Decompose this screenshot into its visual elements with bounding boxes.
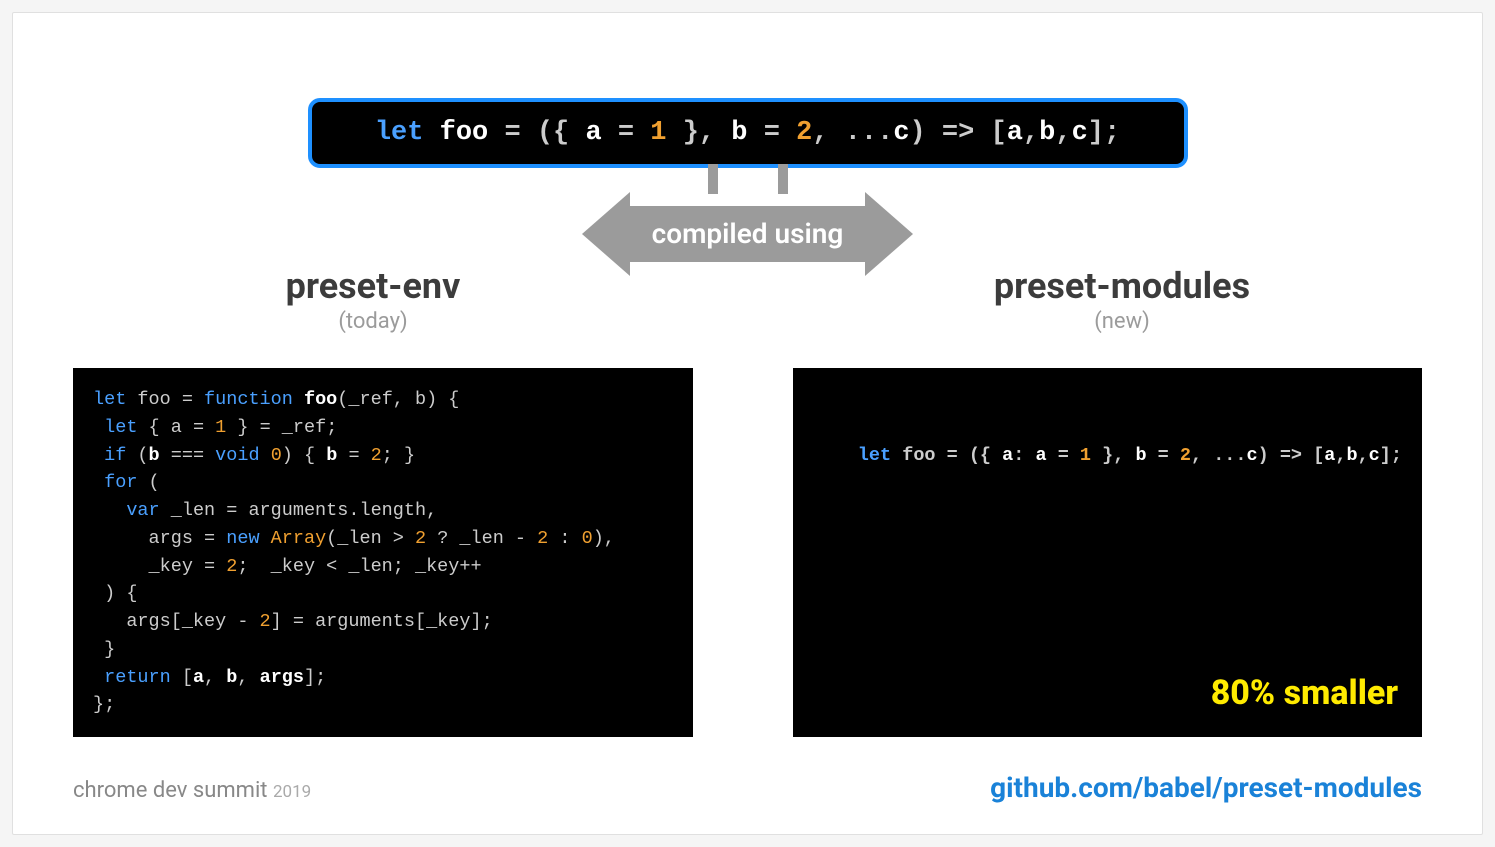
preset-env-label: preset-env (today) — [73, 265, 673, 334]
preset-modules-subtitle: (new) — [822, 309, 1422, 334]
arrow-label: compiled using — [630, 206, 866, 262]
preset-env-title: preset-env — [73, 265, 673, 307]
preset-env-subtitle: (today) — [73, 309, 673, 334]
size-reduction-badge: 80% smaller — [1211, 668, 1398, 719]
output-panels: let foo = function foo(_ref, b) { let { … — [73, 368, 1422, 737]
slide: let foo = ({ a = 1 }, b = 2, ...c) => [a… — [12, 12, 1483, 835]
arrow-left-icon — [582, 192, 630, 276]
source-code-block: let foo = ({ a = 1 }, b = 2, ...c) => [a… — [308, 98, 1188, 168]
preset-env-output: let foo = function foo(_ref, b) { let { … — [73, 368, 693, 737]
preset-modules-title: preset-modules — [822, 265, 1422, 307]
event-year: 2019 — [273, 782, 311, 802]
preset-modules-output: let foo = ({ a: a = 1 }, b = 2, ...c) =>… — [793, 368, 1422, 737]
arrow-right-icon — [865, 192, 913, 276]
connector-stems — [73, 164, 1422, 194]
event-text: chrome dev summit — [73, 778, 268, 803]
repo-link[interactable]: github.com/babel/preset-modules — [990, 771, 1422, 804]
slide-footer: chrome dev summit 2019 github.com/babel/… — [73, 771, 1422, 804]
event-name: chrome dev summit 2019 — [73, 778, 311, 803]
preset-modules-label: preset-modules (new) — [822, 265, 1422, 334]
compiled-using-arrow: compiled using — [73, 192, 1422, 276]
preset-labels-row: preset-env (today) preset-modules (new) — [13, 265, 1482, 334]
